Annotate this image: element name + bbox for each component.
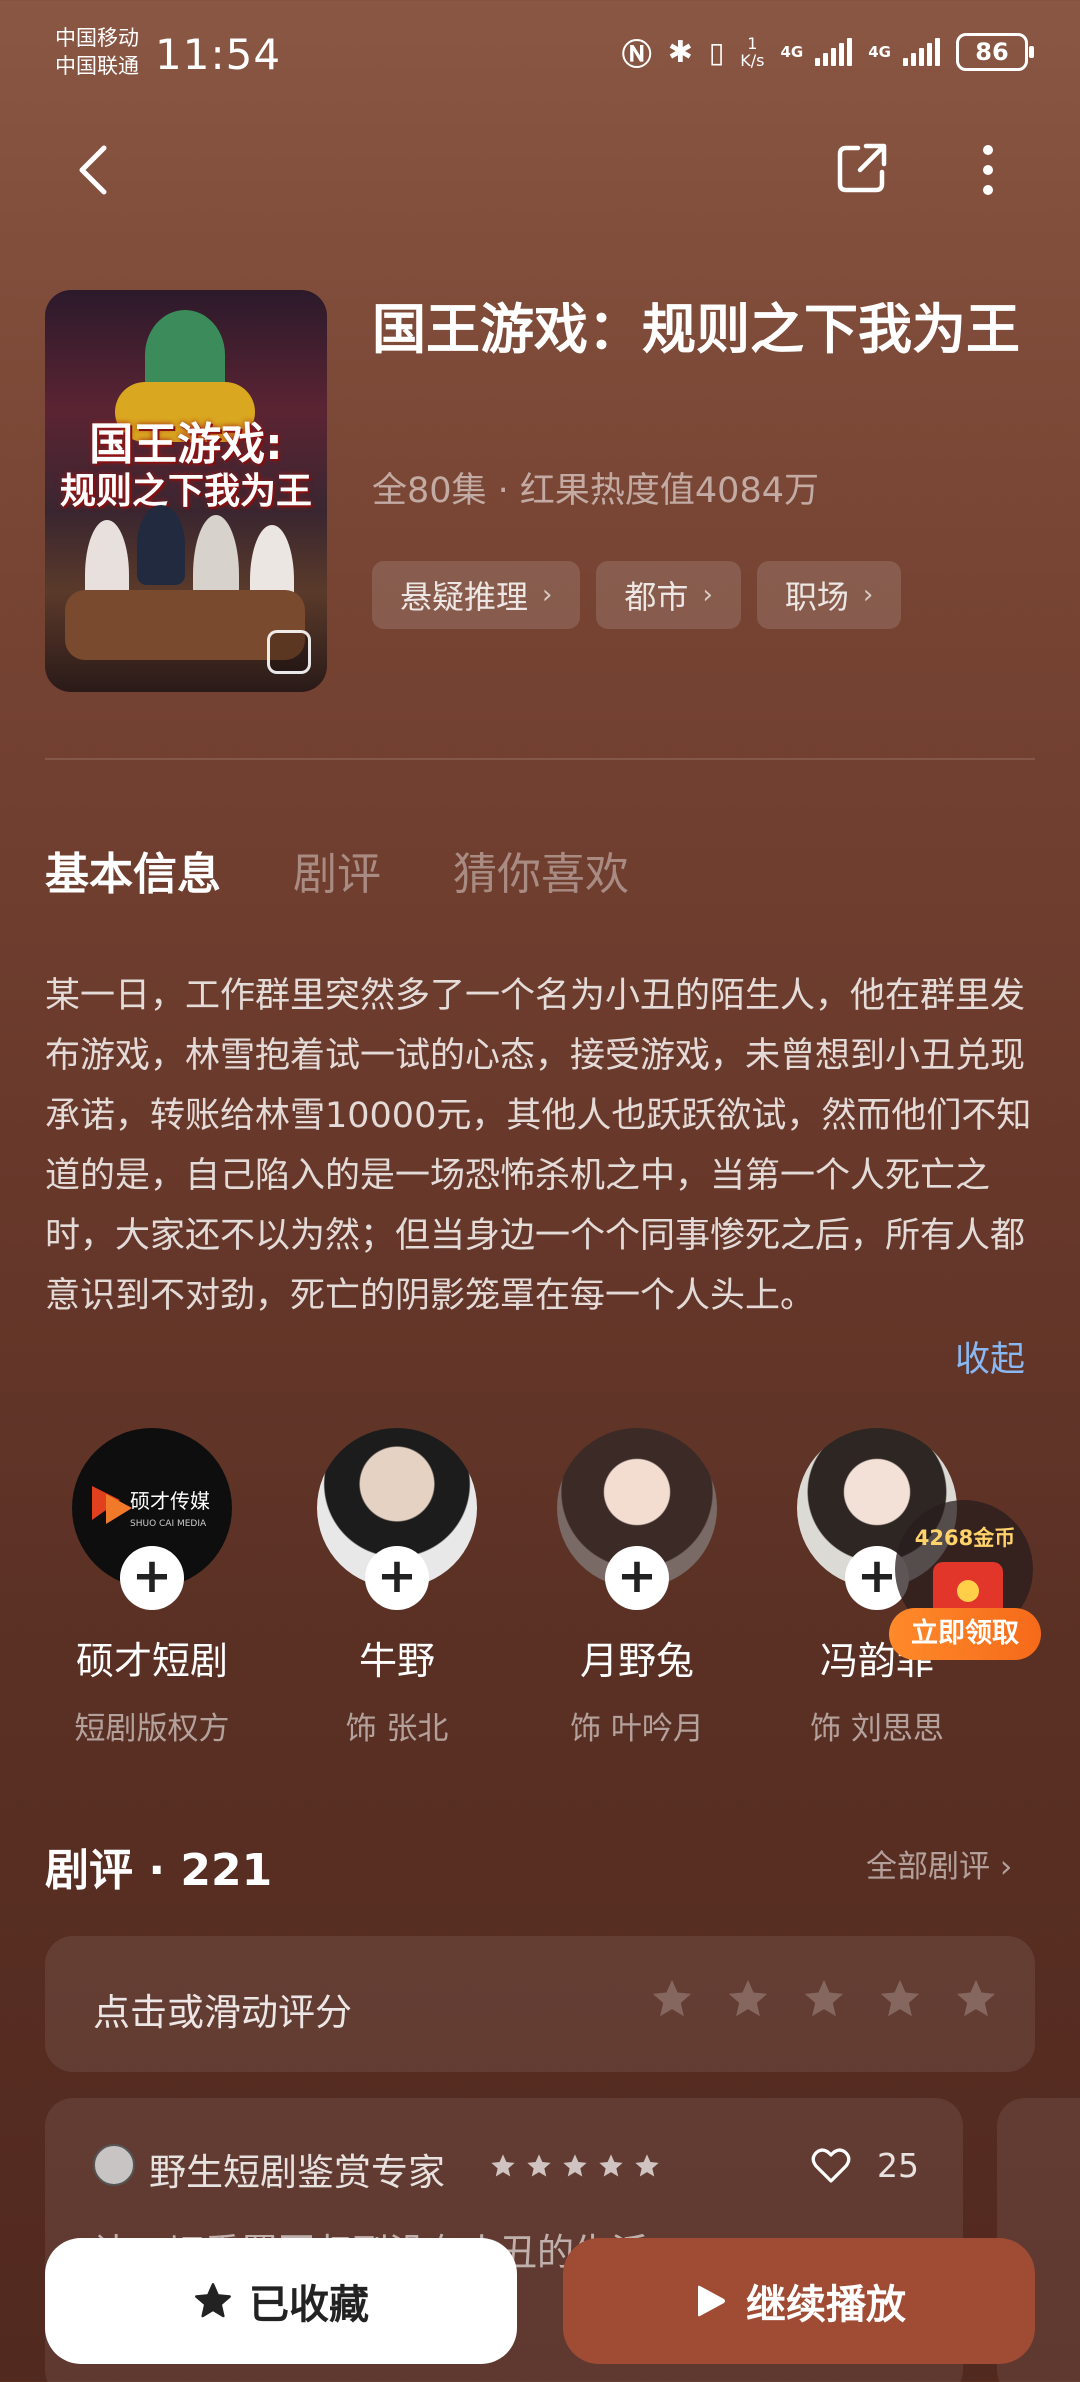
favorite-label: 已收藏 — [249, 2282, 369, 2328]
tag-workplace[interactable]: 职场 › — [756, 561, 902, 629]
cast-item[interactable]: + 月野兔 饰 叶吟月 — [527, 1428, 747, 1748]
synopsis-text: 某一日，工作群里突然多了一个名为小丑的陌生人，他在群里发布游戏，林雪抱着试一试的… — [45, 976, 1032, 1316]
rating-stars[interactable] — [649, 1976, 999, 2022]
svg-text:硕才传媒: 硕才传媒 — [130, 1489, 210, 1513]
star-filled-icon — [195, 2283, 231, 2318]
carrier-2: 中国联通 — [55, 54, 139, 78]
all-reviews-link[interactable]: 全部剧评 › — [866, 1841, 1012, 1886]
follow-plus-icon[interactable]: + — [365, 1546, 429, 1610]
svg-text:SHUO CAI MEDIA: SHUO CAI MEDIA — [130, 1519, 207, 1529]
star-icon[interactable] — [725, 1976, 771, 2022]
cast-role: 饰 张北 — [345, 1711, 449, 1747]
collapse-link[interactable]: 收起 — [955, 1331, 1025, 1382]
review-rating-stars — [489, 2152, 661, 2180]
like-count: 25 — [877, 2146, 919, 2185]
net-speed: 1 K/s — [740, 35, 764, 69]
tab-recommendations[interactable]: 猜你喜欢 — [453, 838, 629, 902]
bluetooth-icon: ✱ — [667, 34, 693, 70]
cast-role: 饰 刘思思 — [810, 1711, 944, 1747]
net-speed-value: 1 — [747, 34, 758, 53]
chevron-left-icon — [79, 145, 107, 195]
tag-label: 悬疑推理 — [400, 578, 529, 616]
follow-plus-icon[interactable]: + — [605, 1546, 669, 1610]
tag-urban[interactable]: 都市 › — [596, 561, 741, 629]
heart-icon[interactable] — [811, 2148, 851, 2184]
battery-icon: 86 — [956, 33, 1034, 71]
signal-bars-2-icon — [903, 38, 940, 66]
rating-prompt: 点击或滑动评分 — [93, 1991, 352, 2034]
carrier-1: 中国移动 — [55, 26, 139, 50]
avatar — [93, 2144, 135, 2186]
gallery-icon — [267, 630, 311, 674]
avatar: 硕才传媒 SHUO CAI MEDIA + — [72, 1428, 232, 1610]
avatar: + — [317, 1428, 477, 1610]
favorite-button[interactable]: 已收藏 — [45, 2238, 517, 2364]
detail-tabs: 基本信息 剧评 猜你喜欢 — [45, 838, 629, 902]
genre-tags: 悬疑推理 › 都市 › 职场 › — [372, 561, 902, 629]
chevron-right-icon: › — [542, 580, 553, 610]
more-options-button[interactable] — [970, 142, 1006, 198]
all-reviews-label: 全部剧评 — [866, 1849, 990, 1885]
coin-reward-badge[interactable]: 4268金币 立即领取 — [889, 1500, 1045, 1660]
carrier-info: 中国移动 中国联通 — [55, 24, 139, 80]
show-poster[interactable]: 国王游戏: 规则之下我为王 — [45, 290, 327, 692]
vibrate-icon: ▯ — [708, 35, 725, 69]
tag-label: 都市 — [624, 578, 689, 616]
star-icon — [563, 2154, 587, 2177]
star-icon — [599, 2154, 623, 2177]
tag-label: 职场 — [784, 578, 849, 616]
star-icon — [527, 2154, 551, 2177]
cast-name: 月野兔 — [579, 1639, 694, 1683]
cast-name: 硕才短剧 — [75, 1639, 228, 1683]
back-button[interactable] — [70, 140, 120, 200]
star-icon[interactable] — [649, 1976, 695, 2022]
continue-play-label: 继续播放 — [746, 2282, 906, 2328]
chevron-right-icon: › — [999, 1849, 1013, 1885]
signal-label-2: 4G — [868, 43, 891, 61]
star-icon — [491, 2154, 515, 2177]
share-icon — [837, 143, 887, 193]
share-button[interactable] — [836, 142, 888, 194]
poster-cast-figure — [137, 505, 185, 585]
more-vertical-icon — [983, 145, 993, 195]
cast-role: 饰 叶吟月 — [570, 1711, 704, 1747]
poster-title-line-2: 规则之下我为王 — [59, 471, 312, 512]
star-icon — [635, 2154, 659, 2177]
show-meta: 全80集 · 红果热度值4084万 — [372, 471, 819, 511]
follow-plus-icon[interactable]: + — [120, 1546, 184, 1610]
signal-bars-1-icon — [815, 38, 853, 66]
avatar: + — [557, 1428, 717, 1610]
cast-role: 短剧版权方 — [74, 1711, 230, 1747]
reviews-heading: 剧评 · 221 — [45, 1845, 273, 1896]
status-bar: 中国移动 中国联通 11:54 Ⓝ ✱ ▯ 1 K/s 4G 4G 86 — [0, 0, 1080, 110]
rating-card[interactable]: 点击或滑动评分 — [45, 1936, 1035, 2072]
cast-name: 牛野 — [358, 1639, 435, 1683]
claim-now-button[interactable]: 立即领取 — [889, 1608, 1041, 1660]
coin-amount: 4268金币 — [914, 1526, 1016, 1550]
divider — [45, 758, 1035, 760]
chevron-right-icon: › — [862, 580, 874, 610]
continue-play-button[interactable]: 继续播放 — [563, 2238, 1035, 2364]
reviewer-name: 野生短剧鉴赏专家 — [149, 2151, 445, 2194]
tab-basic-info[interactable]: 基本信息 — [45, 838, 221, 902]
tab-reviews[interactable]: 剧评 — [293, 838, 381, 902]
system-icons: Ⓝ ✱ ▯ 1 K/s 4G 4G 86 — [621, 30, 1034, 74]
nfc-icon: Ⓝ — [621, 38, 652, 73]
star-icon[interactable] — [801, 1976, 847, 2022]
star-icon[interactable] — [953, 1976, 999, 2022]
play-icon — [698, 2285, 725, 2317]
star-icon[interactable] — [877, 1976, 923, 2022]
clock: 11:54 — [155, 30, 282, 79]
signal-label-1: 4G — [780, 43, 804, 61]
net-speed-unit: K/s — [740, 51, 765, 70]
cast-item[interactable]: 硕才传媒 SHUO CAI MEDIA + 硕才短剧 短剧版权方 — [42, 1428, 262, 1748]
show-title: 国王游戏：规则之下我为王 — [372, 298, 1020, 361]
tag-suspense[interactable]: 悬疑推理 › — [372, 561, 581, 629]
chevron-right-icon: › — [702, 580, 713, 610]
cast-item[interactable]: + 牛野 饰 张北 — [287, 1428, 507, 1748]
